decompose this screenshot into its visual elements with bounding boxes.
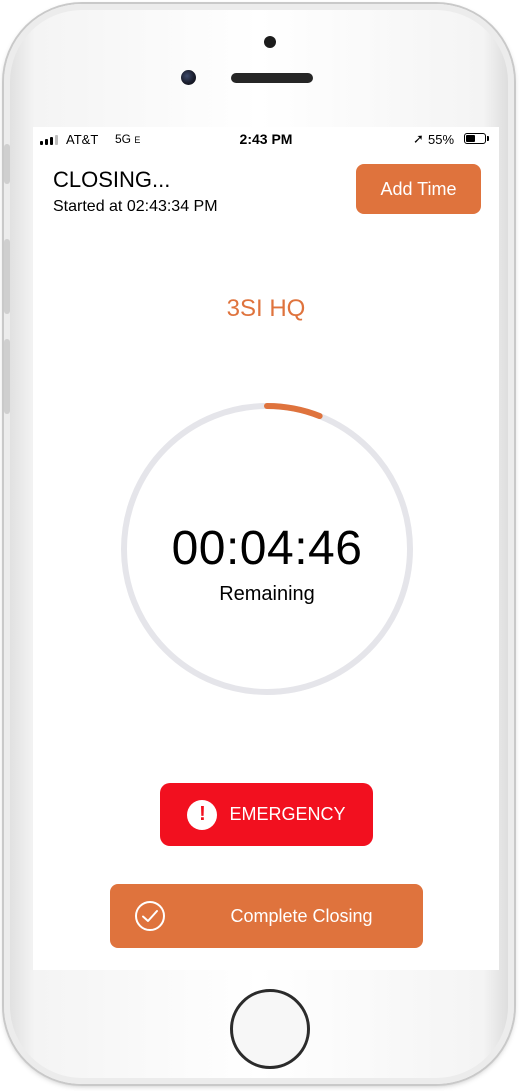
proximity-sensor [264, 36, 276, 48]
volume-up-button [4, 239, 10, 314]
battery-percent: 55% [428, 132, 455, 147]
check-circle-icon [135, 901, 165, 931]
earpiece-speaker [231, 73, 313, 83]
page-title: CLOSING... [53, 167, 171, 192]
status-bar: AT&T 5G E 2:43 PM ➚ 55% [33, 127, 499, 153]
countdown-ring: 00:04:46 Remaining [121, 403, 413, 695]
alert-icon: ! [187, 799, 218, 830]
app-screen: AT&T 5G E 2:43 PM ➚ 55% CLOSING... Start… [33, 127, 499, 970]
emergency-button[interactable]: ! EMERGENCY [160, 783, 373, 846]
started-time: Started at 02:43:34 PM [53, 198, 218, 215]
battery-icon [464, 133, 486, 144]
battery-tip [487, 136, 489, 141]
add-time-button[interactable]: Add Time [356, 164, 481, 214]
location-arrow-icon: ➚ [413, 131, 424, 146]
countdown-time: 00:04:46 [171, 522, 363, 575]
location-name: 3SI HQ [226, 295, 306, 322]
mute-switch [4, 144, 10, 184]
emergency-label: EMERGENCY [229, 804, 346, 824]
countdown-label: Remaining [219, 583, 315, 605]
complete-closing-label: Complete Closing [230, 906, 373, 926]
front-camera [181, 70, 196, 85]
volume-down-button [4, 339, 10, 414]
complete-closing-button[interactable]: Complete Closing [110, 884, 423, 948]
home-button[interactable] [230, 989, 310, 1069]
